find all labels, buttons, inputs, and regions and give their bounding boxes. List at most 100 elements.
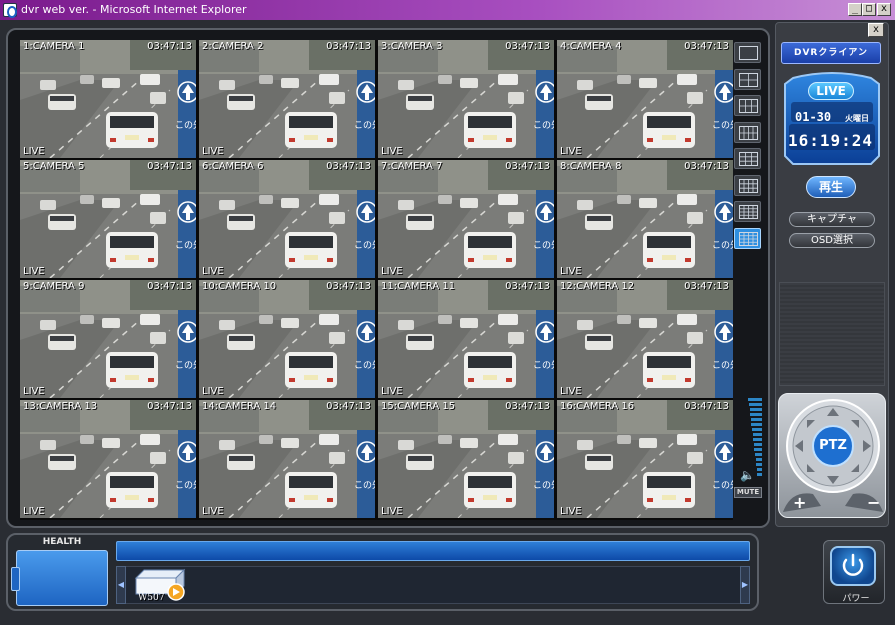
layout-10-button[interactable] bbox=[734, 174, 761, 196]
health-display bbox=[16, 550, 108, 606]
volume-segment bbox=[757, 473, 762, 476]
health-tab[interactable] bbox=[11, 567, 20, 591]
camera-status: LIVE bbox=[23, 146, 45, 157]
device-strip bbox=[116, 566, 750, 604]
zoom-in-button[interactable]: + bbox=[793, 493, 806, 512]
layout-6-button[interactable] bbox=[734, 95, 761, 116]
camera-status: LIVE bbox=[381, 266, 403, 277]
camera-status: LIVE bbox=[202, 506, 224, 517]
sign-text: この先 bbox=[175, 359, 196, 371]
camera-feed: この先 bbox=[557, 160, 733, 278]
camera-tile-10[interactable]: この先 10:CAMERA 10 03:47:13 LIVE bbox=[199, 280, 375, 398]
camera-time: 03:47:13 bbox=[147, 401, 192, 412]
layout-9-button[interactable] bbox=[734, 148, 761, 169]
camera-feed: この先 bbox=[378, 280, 554, 398]
speaker-icon: 🔈 bbox=[740, 468, 755, 482]
clock-display: 16:19:24 bbox=[788, 131, 874, 150]
camera-feed: この先 bbox=[378, 400, 554, 518]
brand-label: DVRクライアン bbox=[781, 42, 881, 64]
camera-tile-2[interactable]: この先 2:CAMERA 2 03:47:13 LIVE bbox=[199, 40, 375, 158]
camera-tile-11[interactable]: この先 11:CAMERA 11 03:47:13 LIVE bbox=[378, 280, 554, 398]
osd-select-button[interactable]: OSD選択 bbox=[789, 233, 875, 248]
video-panel: この先 1:CAMERA 1 03:47:13 LIVE この先 bbox=[6, 28, 770, 528]
camera-time: 03:47:13 bbox=[684, 41, 729, 52]
ptz-center-button[interactable]: PTZ bbox=[816, 437, 850, 455]
camera-tile-5[interactable]: この先 5:CAMERA 5 03:47:13 LIVE bbox=[20, 160, 196, 278]
camera-time: 03:47:13 bbox=[505, 161, 550, 172]
sign-text: この先 bbox=[712, 359, 733, 371]
camera-tile-16[interactable]: この先 16:CAMERA 16 03:47:13 LIVE bbox=[557, 400, 733, 518]
camera-tile-9[interactable]: この先 9:CAMERA 9 03:47:13 LIVE bbox=[20, 280, 196, 398]
layout-8-button[interactable] bbox=[734, 121, 761, 143]
camera-tile-4[interactable]: この先 4:CAMERA 4 03:47:13 LIVE bbox=[557, 40, 733, 158]
sign-text: この先 bbox=[175, 239, 196, 251]
camera-feed: この先 bbox=[20, 160, 196, 278]
camera-feed: この先 bbox=[378, 40, 554, 158]
layout-13-button[interactable] bbox=[734, 201, 761, 222]
camera-status: LIVE bbox=[23, 386, 45, 397]
playback-button[interactable]: 再生 bbox=[806, 176, 856, 198]
camera-feed: この先 bbox=[199, 280, 375, 398]
camera-status: LIVE bbox=[560, 506, 582, 517]
camera-time: 03:47:13 bbox=[326, 401, 371, 412]
camera-tile-1[interactable]: この先 1:CAMERA 1 03:47:13 LIVE bbox=[20, 40, 196, 158]
camera-name: 13:CAMERA 13 bbox=[23, 401, 98, 412]
camera-time: 03:47:13 bbox=[684, 161, 729, 172]
weekday-display: 火曜日 bbox=[845, 114, 869, 123]
camera-name: 15:CAMERA 15 bbox=[381, 401, 456, 412]
camera-status: LIVE bbox=[202, 146, 224, 157]
minimize-button[interactable]: _ bbox=[848, 3, 862, 16]
camera-time: 03:47:13 bbox=[147, 41, 192, 52]
camera-tile-7[interactable]: この先 7:CAMERA 7 03:47:13 LIVE bbox=[378, 160, 554, 278]
sign-text: この先 bbox=[712, 479, 733, 491]
camera-time: 03:47:13 bbox=[505, 281, 550, 292]
close-button[interactable]: x bbox=[877, 3, 891, 16]
camera-feed: この先 bbox=[20, 400, 196, 518]
camera-tile-15[interactable]: この先 15:CAMERA 15 03:47:13 LIVE bbox=[378, 400, 554, 518]
sign-text: この先 bbox=[175, 119, 196, 131]
zoom-out-button[interactable]: − bbox=[867, 493, 880, 512]
camera-name: 12:CAMERA 12 bbox=[560, 281, 635, 292]
layout-1-button[interactable] bbox=[734, 42, 761, 63]
camera-tile-8[interactable]: この先 8:CAMERA 8 03:47:13 LIVE bbox=[557, 160, 733, 278]
camera-feed: この先 bbox=[557, 400, 733, 518]
ptz-control: + − bbox=[778, 393, 886, 518]
sign-text: この先 bbox=[533, 119, 554, 131]
camera-tile-14[interactable]: この先 14:CAMERA 14 03:47:13 LIVE bbox=[199, 400, 375, 518]
grid-icon bbox=[739, 99, 758, 113]
camera-status: LIVE bbox=[381, 386, 403, 397]
grid-icon bbox=[739, 125, 758, 140]
sign-text: この先 bbox=[533, 239, 554, 251]
layout-4-button[interactable] bbox=[734, 68, 761, 90]
camera-tile-6[interactable]: この先 6:CAMERA 6 03:47:13 LIVE bbox=[199, 160, 375, 278]
volume-segment bbox=[748, 398, 762, 401]
power-label: パワー bbox=[842, 594, 870, 604]
camera-name: 10:CAMERA 10 bbox=[202, 281, 277, 292]
device-label: W507 bbox=[138, 593, 165, 603]
strip-scroll-left[interactable]: ◀ bbox=[116, 566, 126, 604]
volume-segment bbox=[751, 423, 762, 426]
camera-time: 03:47:13 bbox=[684, 401, 729, 412]
capture-button[interactable]: キャプチャ bbox=[789, 212, 875, 227]
mute-button[interactable]: MUTE bbox=[734, 487, 762, 498]
sign-text: この先 bbox=[175, 479, 196, 491]
camera-tile-13[interactable]: この先 13:CAMERA 13 03:47:13 LIVE bbox=[20, 400, 196, 518]
ie-icon bbox=[3, 3, 17, 18]
volume-segment bbox=[755, 458, 762, 461]
strip-scroll-right[interactable]: ▶ bbox=[740, 566, 750, 604]
volume-segment bbox=[749, 403, 762, 406]
camera-name: 8:CAMERA 8 bbox=[560, 161, 622, 172]
power-button[interactable] bbox=[830, 546, 876, 586]
camera-status: LIVE bbox=[381, 506, 403, 517]
camera-feed: この先 bbox=[199, 160, 375, 278]
camera-time: 03:47:13 bbox=[505, 41, 550, 52]
panel-close-button[interactable]: x bbox=[868, 23, 884, 37]
sign-text: この先 bbox=[533, 479, 554, 491]
maximize-button[interactable]: □ bbox=[862, 3, 876, 16]
camera-feed: この先 bbox=[378, 160, 554, 278]
camera-status: LIVE bbox=[23, 266, 45, 277]
camera-tile-12[interactable]: この先 12:CAMERA 12 03:47:13 LIVE bbox=[557, 280, 733, 398]
layout-16-button[interactable] bbox=[734, 227, 761, 249]
camera-tile-3[interactable]: この先 3:CAMERA 3 03:47:13 LIVE bbox=[378, 40, 554, 158]
sign-text: この先 bbox=[712, 119, 733, 131]
